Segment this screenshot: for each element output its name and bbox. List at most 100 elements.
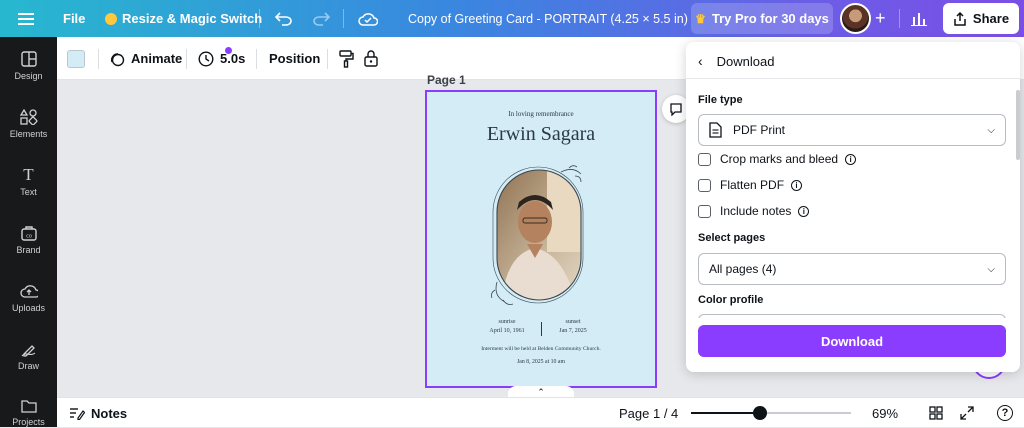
uploads-icon (19, 285, 38, 298)
undo-button[interactable] (275, 0, 293, 37)
divider (259, 9, 260, 28)
try-pro-button[interactable]: ♛ Try Pro for 30 days (691, 3, 833, 34)
divider (327, 49, 328, 69)
projects-icon (20, 400, 37, 413)
page-indicator[interactable]: Page 1 / 4 (619, 398, 678, 428)
crown-icon: ♛ (695, 11, 706, 26)
cloud-save-status[interactable] (358, 0, 378, 37)
brand-icon: co (20, 226, 37, 241)
notes-label: Notes (91, 405, 128, 421)
chevron-down-icon: ⌵ (987, 263, 995, 275)
divider (186, 49, 187, 69)
file-type-label: File type (698, 94, 743, 106)
copy-style-button[interactable] (338, 37, 354, 80)
design-page[interactable]: In loving remembrance Erwin Sagara sunri… (425, 90, 657, 388)
service-datetime: Jan 8, 2025 at 10 am (517, 359, 565, 365)
pdf-file-icon (709, 122, 722, 138)
animate-icon (110, 52, 125, 66)
date-divider (541, 322, 542, 336)
divider (98, 49, 99, 69)
checkbox[interactable] (698, 178, 711, 192)
page-label: Page 1 (427, 73, 466, 87)
zoom-slider[interactable] (691, 406, 851, 420)
resize-magic-switch-button[interactable]: Resize & Magic Switch (105, 0, 262, 37)
avatar[interactable] (840, 3, 871, 34)
sidebar-item-text[interactable]: T Text (0, 165, 57, 197)
hamburger-icon (18, 12, 34, 25)
info-icon[interactable]: i (798, 205, 810, 217)
file-type-select[interactable]: PDF Print ⌵ (698, 114, 1006, 146)
grid-view-button[interactable] (929, 398, 943, 428)
sidebar-item-uploads[interactable]: Uploads (0, 283, 57, 313)
text-icon: T (23, 165, 34, 184)
option-include-notes[interactable]: Include notes i (698, 204, 810, 218)
download-button[interactable]: Download (698, 325, 1006, 357)
undo-icon (275, 11, 292, 26)
sidebar-item-label: Projects (12, 417, 45, 427)
add-collaborator-button[interactable]: + (875, 0, 886, 37)
option-label: Flatten PDF (720, 178, 785, 192)
add-comment-icon (670, 103, 682, 116)
menu-button[interactable] (18, 0, 34, 37)
bottom-bar: Notes Page 1 / 4 69% ? (57, 397, 1024, 427)
divider (343, 9, 344, 28)
color-swatch-button[interactable] (67, 37, 85, 80)
card-subtitle: In loving remembrance (508, 110, 574, 118)
svg-text:co: co (26, 234, 32, 240)
notes-button[interactable]: Notes (69, 398, 127, 428)
select-pages-dropdown[interactable]: All pages (4) ⌵ (698, 253, 1006, 285)
info-icon[interactable]: i (791, 179, 803, 191)
fullscreen-button[interactable] (960, 398, 974, 428)
clock-icon (198, 50, 214, 67)
option-label: Crop marks and bleed (720, 152, 839, 166)
sidebar-item-label: Elements (9, 129, 48, 139)
checkbox[interactable] (698, 204, 711, 218)
download-panel: ‹ Download File type PDF Print ⌵ Crop ma… (686, 42, 1020, 372)
sidebar-item-projects[interactable]: Projects (0, 399, 57, 427)
chevron-up-icon: ⌃ (537, 386, 545, 397)
crown-icon (105, 12, 117, 25)
sidebar-item-elements[interactable]: Elements (0, 109, 57, 139)
redo-button[interactable] (312, 0, 330, 37)
elements-icon (19, 109, 37, 125)
animate-label: Animate (131, 51, 183, 66)
help-icon: ? (997, 405, 1013, 421)
file-menu[interactable]: File (63, 0, 85, 37)
sidebar-item-design[interactable]: Design (0, 51, 57, 81)
sidebar-item-label: Design (14, 71, 43, 81)
cloud-check-icon (358, 12, 378, 26)
sunrise-date: April 10, 1961 (489, 328, 525, 334)
lock-button[interactable] (364, 37, 378, 80)
duration-button[interactable]: 5.0s (198, 37, 245, 80)
position-button[interactable]: Position (269, 37, 320, 80)
share-button[interactable]: Share (943, 3, 1019, 34)
info-icon[interactable]: i (845, 153, 857, 165)
document-title[interactable]: Copy of Greeting Card - PORTRAIT (4.25 ×… (408, 0, 688, 37)
animate-button[interactable]: Animate (109, 37, 232, 80)
sidebar-item-label: Brand (16, 245, 41, 255)
help-button[interactable]: ? (997, 398, 1013, 428)
zoom-level[interactable]: 69% (872, 398, 898, 428)
divider (256, 49, 257, 69)
color-profile-label: Color profile (698, 294, 764, 306)
draw-icon (21, 345, 35, 357)
option-crop-marks[interactable]: Crop marks and bleed i (698, 152, 857, 166)
insights-button[interactable] (911, 0, 927, 37)
zoom-slider-thumb[interactable] (753, 406, 767, 420)
download-panel-header: ‹ Download (698, 52, 775, 70)
sidebar-item-draw[interactable]: Draw (0, 341, 57, 371)
select-pages-value: All pages (4) (709, 262, 777, 276)
sidebar-item-label: Text (20, 187, 37, 197)
share-icon (954, 11, 966, 26)
design-icon (20, 51, 37, 67)
top-bar: File Resize & Magic Switch Copy of Greet… (0, 0, 1024, 37)
file-type-value: PDF Print (733, 123, 786, 137)
checkbox[interactable] (698, 152, 711, 166)
back-arrow-icon[interactable]: ‹ (698, 53, 703, 69)
sidebar-item-brand[interactable]: co Brand (0, 225, 57, 255)
panel-scrollbar[interactable] (1016, 90, 1020, 160)
redo-icon (313, 11, 330, 26)
option-flatten-pdf[interactable]: Flatten PDF i (698, 178, 803, 192)
panel-title: Download (716, 53, 775, 69)
bar-chart-icon (911, 12, 927, 26)
